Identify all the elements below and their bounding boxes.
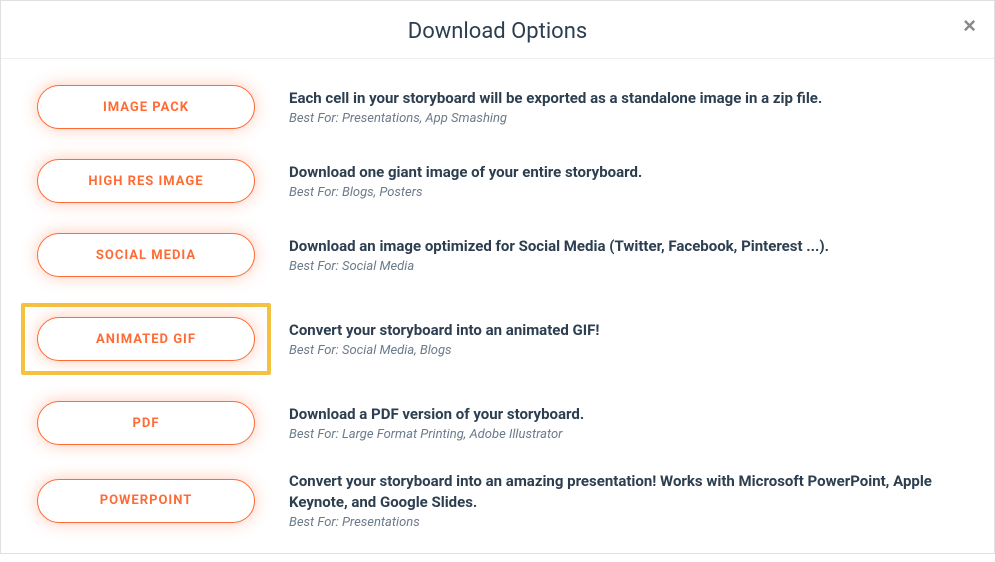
description-text: Each cell in your storyboard will be exp…	[289, 88, 974, 109]
description-text: Download a PDF version of your storyboar…	[289, 404, 974, 425]
option-description: Convert your storyboard into an animated…	[271, 320, 974, 358]
modal-title: Download Options	[1, 19, 994, 44]
download-options-list: IMAGE PACK Each cell in your storyboard …	[1, 59, 994, 562]
best-for-text: Best For: Large Format Printing, Adobe I…	[289, 427, 974, 442]
option-button-wrapper-highlighted: ANIMATED GIF	[21, 303, 271, 375]
pdf-button[interactable]: PDF	[37, 401, 255, 445]
option-row-high-res-image: HIGH RES IMAGE Download one giant image …	[21, 155, 974, 207]
animated-gif-button[interactable]: ANIMATED GIF	[37, 317, 255, 361]
option-description: Download one giant image of your entire …	[271, 162, 974, 200]
option-description: Convert your storyboard into an amazing …	[271, 471, 974, 530]
description-text: Convert your storyboard into an amazing …	[289, 471, 974, 513]
best-for-text: Best For: Presentations	[289, 515, 974, 530]
best-for-text: Best For: Social Media	[289, 259, 974, 274]
best-for-text: Best For: Presentations, App Smashing	[289, 111, 974, 126]
option-row-powerpoint: POWERPOINT Convert your storyboard into …	[21, 471, 974, 530]
powerpoint-button[interactable]: POWERPOINT	[37, 479, 255, 523]
option-row-pdf: PDF Download a PDF version of your story…	[21, 397, 974, 449]
image-pack-button[interactable]: IMAGE PACK	[37, 85, 255, 129]
social-media-button[interactable]: SOCIAL MEDIA	[37, 233, 255, 277]
option-button-wrapper: HIGH RES IMAGE	[21, 155, 271, 207]
description-text: Convert your storyboard into an animated…	[289, 320, 974, 341]
best-for-text: Best For: Social Media, Blogs	[289, 343, 974, 358]
option-button-wrapper: PDF	[21, 397, 271, 449]
option-description: Each cell in your storyboard will be exp…	[271, 88, 974, 126]
modal-header: Download Options ×	[1, 1, 994, 59]
option-row-image-pack: IMAGE PACK Each cell in your storyboard …	[21, 81, 974, 133]
option-row-social-media: SOCIAL MEDIA Download an image optimized…	[21, 229, 974, 281]
option-description: Download a PDF version of your storyboar…	[271, 404, 974, 442]
option-button-wrapper: POWERPOINT	[21, 475, 271, 527]
option-button-wrapper: SOCIAL MEDIA	[21, 229, 271, 281]
close-button[interactable]: ×	[963, 15, 976, 37]
best-for-text: Best For: Blogs, Posters	[289, 185, 974, 200]
option-button-wrapper: IMAGE PACK	[21, 81, 271, 133]
option-description: Download an image optimized for Social M…	[271, 236, 974, 274]
option-row-animated-gif: ANIMATED GIF Convert your storyboard int…	[21, 303, 974, 375]
description-text: Download one giant image of your entire …	[289, 162, 974, 183]
high-res-image-button[interactable]: HIGH RES IMAGE	[37, 159, 255, 203]
description-text: Download an image optimized for Social M…	[289, 236, 974, 257]
